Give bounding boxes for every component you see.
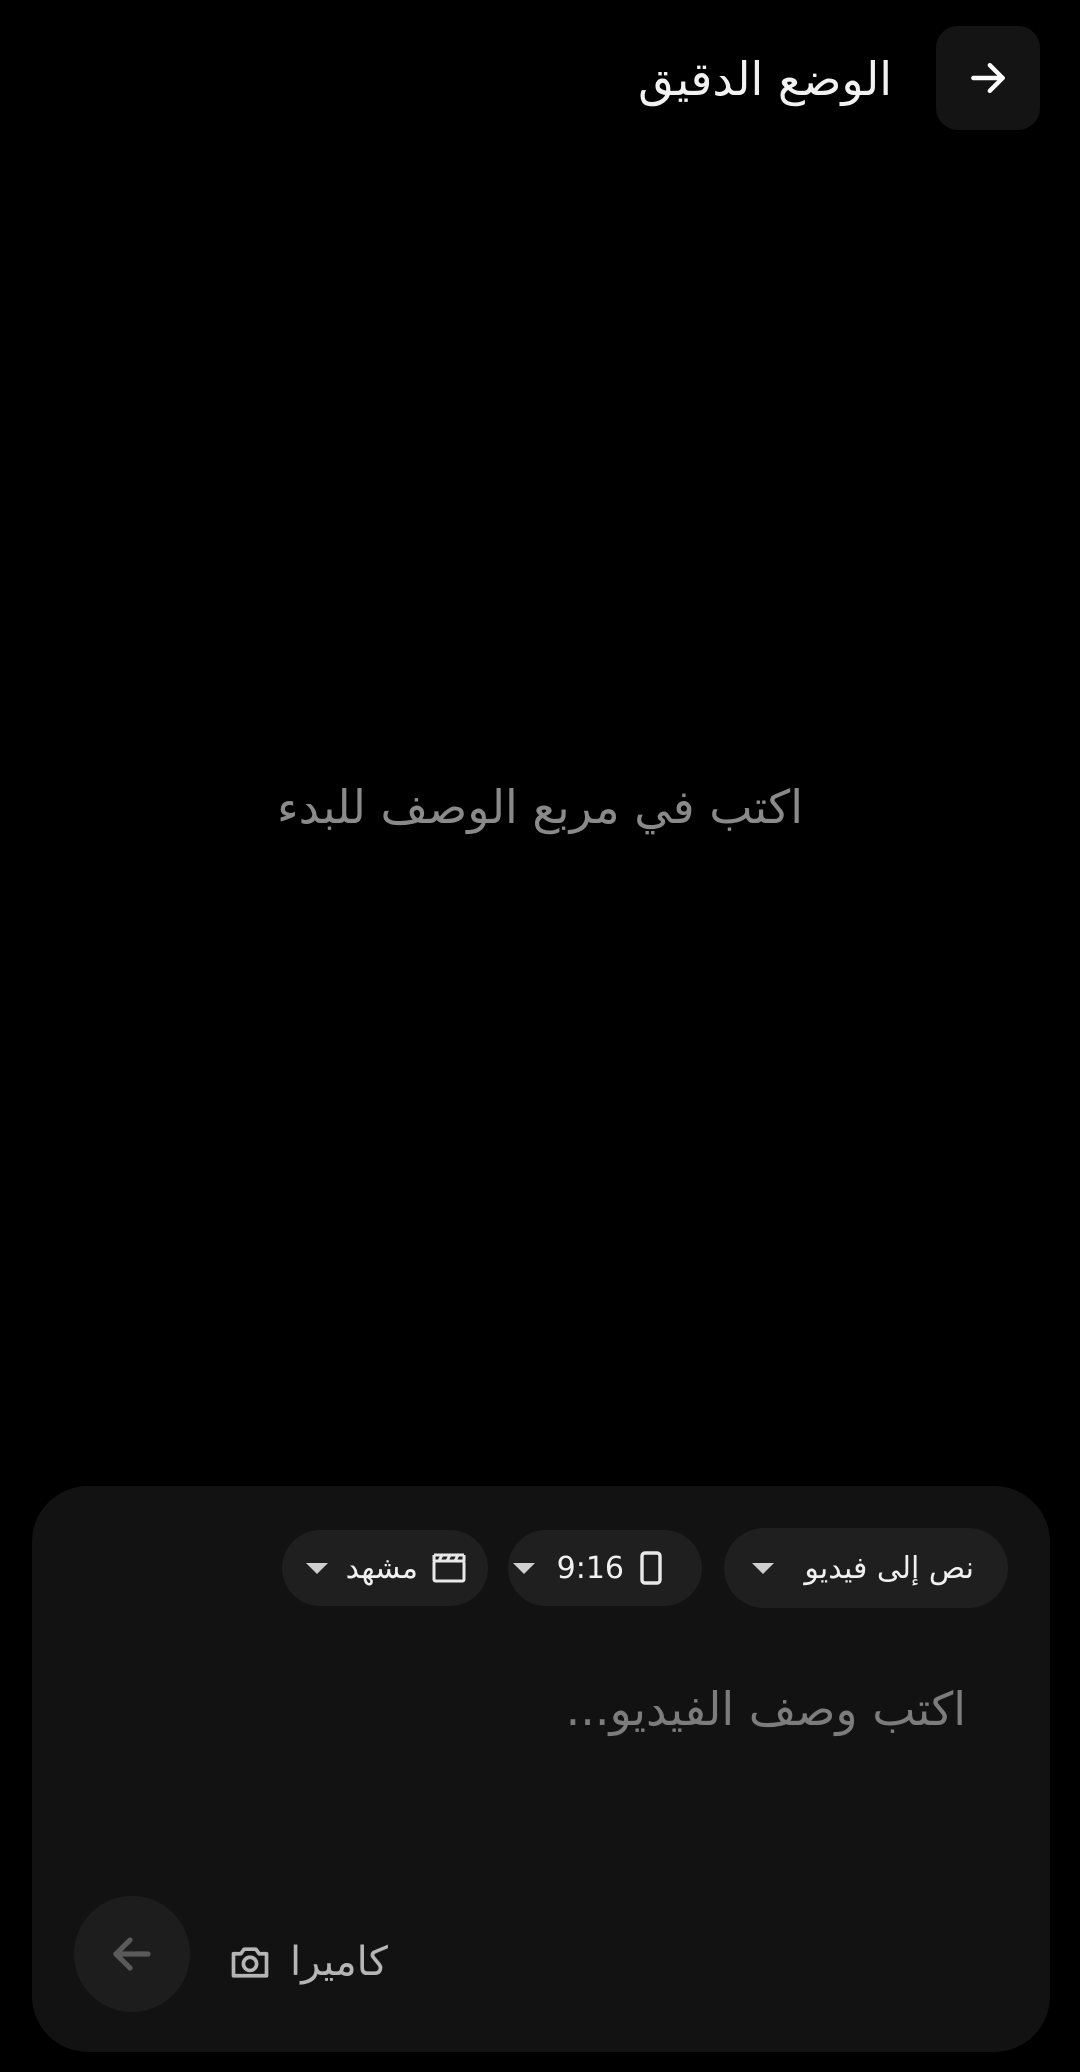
clapperboard-icon bbox=[432, 1553, 466, 1583]
arrow-left-icon bbox=[113, 1937, 151, 1971]
camera-label: كاميرا bbox=[290, 1939, 388, 1985]
arrow-right-icon bbox=[971, 62, 1005, 94]
camera-button[interactable]: كاميرا bbox=[228, 1926, 388, 1998]
back-button[interactable] bbox=[936, 26, 1040, 130]
screen: الوضع الدقيق اكتب في مربع الوصف للبدء نص… bbox=[0, 0, 1080, 2072]
send-button[interactable] bbox=[74, 1896, 190, 2012]
scene-dropdown[interactable]: مشهد bbox=[282, 1530, 488, 1606]
page-title: الوضع الدقيق bbox=[638, 52, 892, 106]
mode-dropdown[interactable]: نص إلى فيديو bbox=[724, 1528, 1008, 1608]
aspect-ratio-label: 9:16 bbox=[556, 1550, 624, 1586]
video-description-input[interactable]: اكتب وصف الفيديو... bbox=[566, 1682, 966, 1736]
chevron-down-icon bbox=[305, 1562, 328, 1574]
mode-label: نص إلى فيديو bbox=[804, 1550, 974, 1586]
chevron-down-icon bbox=[752, 1562, 775, 1574]
aspect-ratio-dropdown[interactable]: 9:16 bbox=[508, 1530, 702, 1606]
empty-state-hint: اكتب في مربع الوصف للبدء bbox=[277, 780, 803, 834]
scene-label: مشهد bbox=[345, 1550, 418, 1586]
composer-panel: نص إلى فيديو 9:16 مشهد اكتب وصف الفيديو.… bbox=[32, 1486, 1050, 2052]
phone-icon bbox=[640, 1551, 662, 1585]
chevron-down-icon bbox=[512, 1562, 535, 1574]
camera-icon bbox=[231, 1947, 269, 1978]
